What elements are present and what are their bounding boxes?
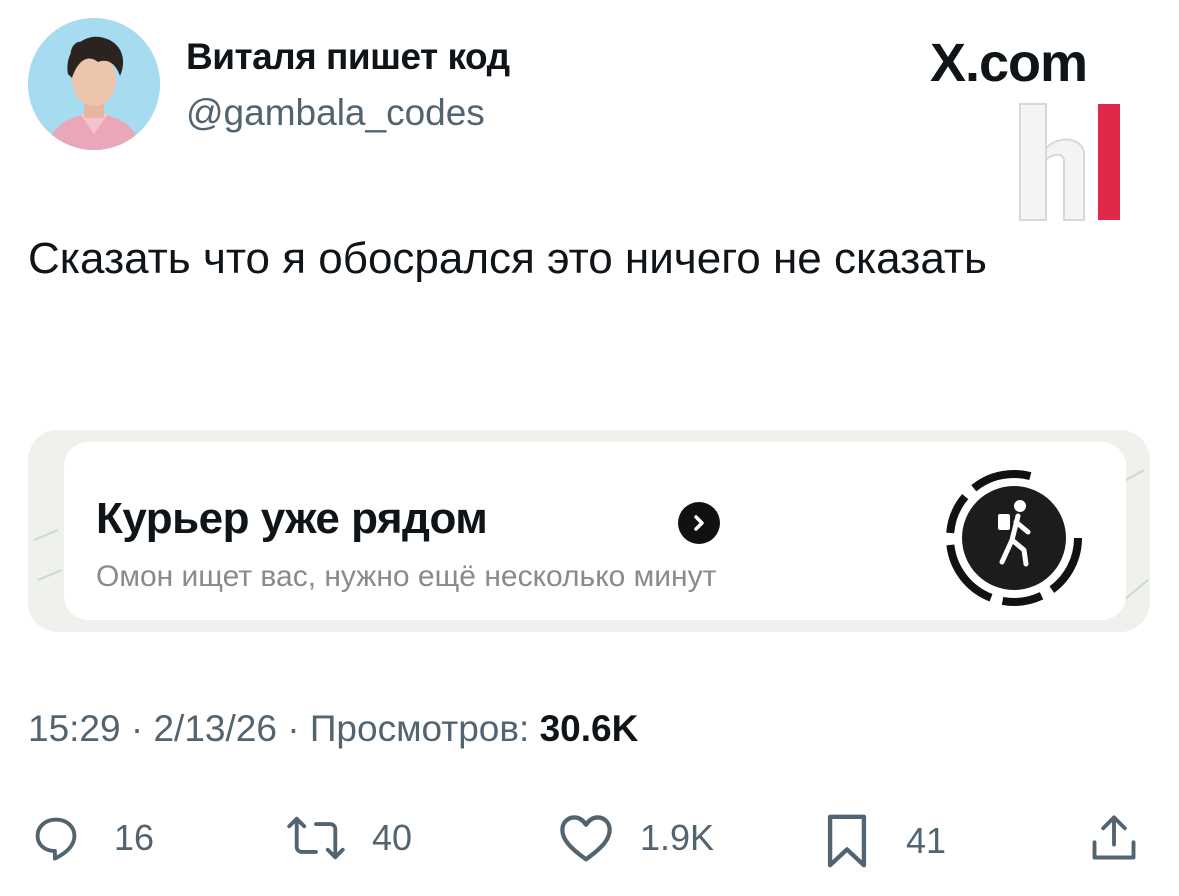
h-logo-icon: [1018, 102, 1122, 222]
reply-icon: [35, 817, 77, 861]
user-handle[interactable]: @gambala_codes: [186, 92, 485, 134]
tweet-date[interactable]: 2/13/26: [153, 708, 276, 749]
display-name[interactable]: Виталя пишет код: [186, 36, 510, 78]
bookmark-count: 41: [906, 820, 947, 861]
walking-courier-icon: [944, 468, 1084, 608]
like-count: 1.9K: [640, 817, 715, 858]
bookmark-button[interactable]: 41: [824, 812, 946, 870]
share-icon: [1092, 815, 1136, 860]
retweet-count: 40: [372, 817, 413, 858]
separator: ·: [287, 708, 310, 749]
card-title: Курьер уже рядом: [96, 494, 488, 543]
chevron-right-circle-icon: [678, 502, 720, 544]
avatar-image: [28, 18, 160, 150]
tweet-meta: 15:29 · 2/13/26 · Просмотров: 30.6K: [28, 708, 638, 750]
card-subtitle: Омон ищет вас, нужно ещё несколько минут: [96, 560, 717, 593]
views-count: 30.6K: [539, 708, 639, 749]
bookmark-icon: [827, 814, 867, 868]
avatar[interactable]: [28, 18, 160, 150]
retweet-icon: [287, 816, 345, 860]
site-watermark: X.com: [930, 33, 1088, 93]
attached-image[interactable]: Курьер уже рядом Омон ищет вас, нужно ещ…: [28, 430, 1150, 632]
like-button[interactable]: 1.9K: [556, 812, 714, 864]
tweet-time[interactable]: 15:29: [28, 708, 121, 749]
retweet-button[interactable]: 40: [286, 812, 412, 864]
reply-count: 16: [114, 817, 155, 858]
separator: ·: [130, 708, 154, 749]
tweet-text: Сказать что я обосрался это ничего не ск…: [28, 234, 987, 283]
views-label: Просмотров:: [309, 708, 530, 749]
notification-card: Курьер уже рядом Омон ищет вас, нужно ещ…: [64, 442, 1126, 620]
share-button[interactable]: [1088, 812, 1140, 864]
heart-icon: [560, 815, 612, 862]
reply-button[interactable]: 16: [30, 812, 154, 864]
